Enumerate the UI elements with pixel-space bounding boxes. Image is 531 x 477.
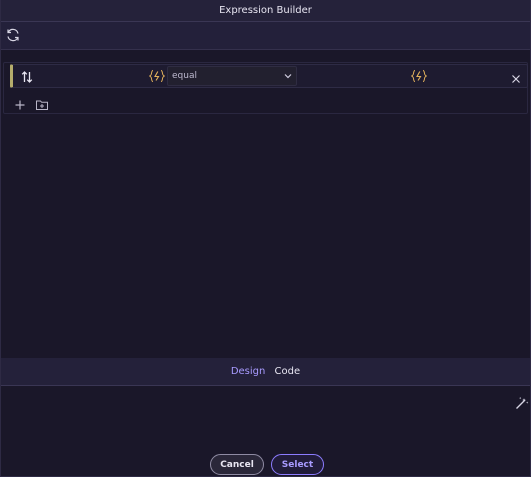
refresh-icon: [7, 28, 19, 42]
expression-preview: [1, 387, 530, 447]
condition-row: equal: [10, 64, 528, 88]
operator-select[interactable]: equal: [167, 66, 297, 86]
magic-wand-icon: [516, 397, 529, 409]
right-operand-function-icon[interactable]: [410, 68, 428, 84]
window-title: Expression Builder: [1, 0, 530, 22]
condition-group: equal: [3, 62, 528, 114]
expression-builder-dialog: Expression Builder equal Design Code Can…: [0, 0, 531, 477]
add-condition-button[interactable]: [14, 96, 26, 110]
tab-design[interactable]: Design: [228, 358, 269, 386]
view-tabs: Design Code: [1, 358, 530, 386]
cancel-button[interactable]: Cancel: [210, 454, 264, 475]
sort-arrows-icon[interactable]: [21, 69, 33, 83]
chevron-down-icon: [284, 74, 292, 79]
toolbar: [1, 22, 530, 50]
dialog-footer: Cancel Select: [1, 447, 530, 477]
expression-designer: equal: [1, 50, 530, 358]
remove-condition-button[interactable]: [510, 70, 522, 83]
folder-plus-icon: [36, 100, 48, 110]
refresh-button[interactable]: [5, 27, 21, 43]
left-operand-function-icon[interactable]: [148, 68, 166, 84]
select-button[interactable]: Select: [271, 454, 324, 475]
close-icon: [512, 75, 520, 83]
operator-value: equal: [172, 71, 197, 81]
plus-icon: [15, 100, 25, 110]
magic-wand-button[interactable]: [515, 395, 529, 409]
tab-code[interactable]: Code: [272, 358, 304, 386]
add-group-button[interactable]: [35, 96, 49, 110]
